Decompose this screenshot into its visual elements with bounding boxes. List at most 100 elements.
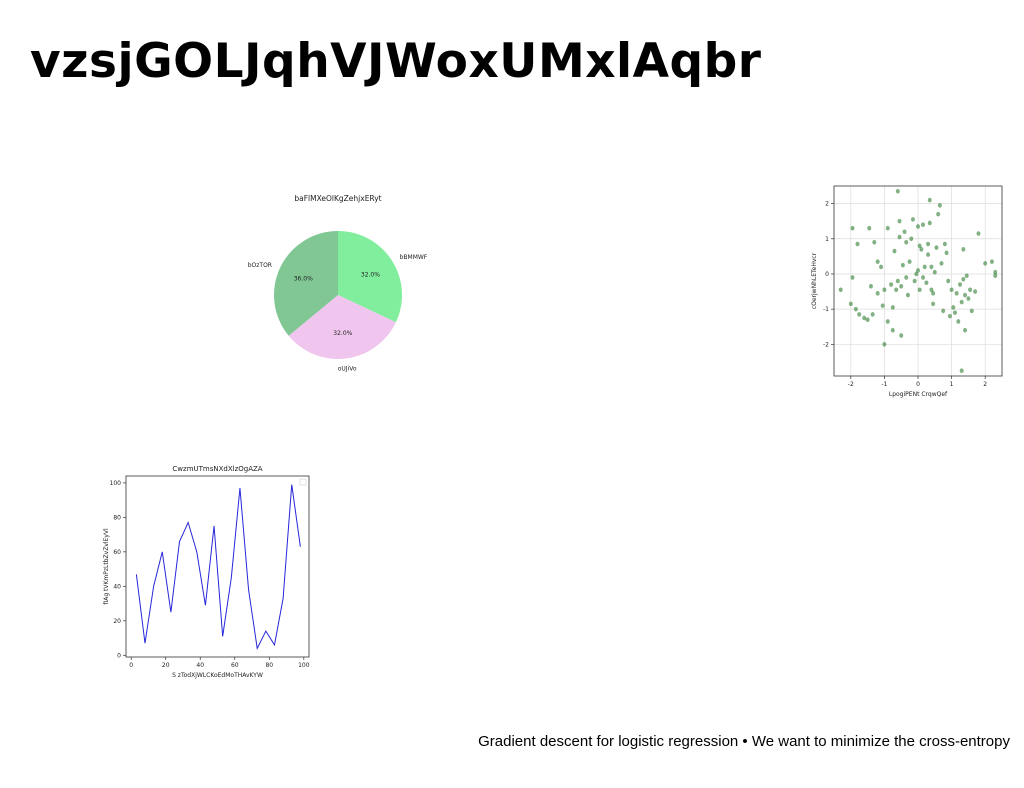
pie-pct-label: 36.0% [294, 276, 313, 283]
scatter-point [936, 211, 941, 217]
scatter-point [952, 310, 957, 315]
line-ytick-label: 0 [117, 652, 121, 659]
pie-pct-label: 32.0% [333, 330, 352, 337]
scatter-point [973, 289, 978, 294]
scatter-point [961, 276, 966, 282]
slide-title: vzsjGOLJqhVJWoxUMxlAqbr [30, 34, 762, 89]
scatter-point [882, 342, 887, 347]
scatter-point [989, 259, 994, 264]
line-chart: CwzmUTmsNXdXlzOgAZA 0 20 40 60 80 100 0 20 40 60 80… [103, 465, 310, 679]
scatter-point [934, 245, 939, 250]
scatter-point [853, 306, 858, 312]
line-ytick-label: 20 [113, 618, 121, 625]
scatter-point [850, 225, 855, 231]
line-ytick-label: 40 [113, 583, 121, 590]
scatter-xtick-label: -2 [848, 381, 854, 388]
scatter-point [921, 222, 926, 228]
scatter-point [964, 273, 969, 279]
line-xtick-label: 80 [265, 662, 273, 669]
scatter-point [875, 259, 880, 264]
scatter-point [963, 292, 968, 298]
scatter-point [922, 264, 927, 270]
scatter-point [924, 280, 929, 286]
scatter-point [917, 287, 922, 293]
line-title: CwzmUTmsNXdXlzOgAZA [172, 465, 262, 473]
pie-slice-label: bBMMWF [400, 254, 428, 261]
scatter-point [855, 241, 860, 247]
scatter-point [910, 217, 915, 222]
scatter-point [850, 275, 855, 280]
scatter-point [890, 305, 895, 310]
scatter-xlabel: LpogiPENt CrqwQef [889, 391, 948, 398]
scatter-point [916, 224, 920, 229]
scatter-point [944, 250, 949, 256]
line-xtick-label: 100 [298, 662, 310, 669]
scatter-point [937, 203, 942, 208]
scatter-point [885, 225, 890, 231]
scatter-point [868, 283, 873, 289]
scatter-point [926, 241, 931, 247]
scatter-ytick-label: 2 [825, 201, 829, 208]
scatter-point [838, 287, 843, 293]
scatter-point [947, 313, 952, 319]
scatter-point [968, 287, 973, 293]
scatter-ytick-label: -2 [823, 341, 829, 348]
scatter-point [867, 225, 872, 231]
line-ytick-label: 100 [110, 480, 122, 487]
scatter-point [916, 268, 920, 273]
scatter-point [929, 264, 934, 270]
scatter-point [879, 264, 884, 270]
scatter-point [904, 239, 909, 245]
scatter-ytick-label: 1 [825, 236, 829, 243]
scatter-point [890, 327, 895, 333]
pie-slice-label: oUJiVo [338, 365, 357, 372]
scatter-point [895, 188, 900, 194]
pie-slice-label: bOzTOR [248, 262, 272, 269]
scatter-point [870, 312, 875, 317]
scatter-point [872, 239, 877, 245]
pie-pct-label: 32.0% [361, 271, 380, 278]
slide-footer: Gradient descent for logistic regression… [478, 733, 1010, 750]
line-xtick-label: 0 [129, 662, 133, 669]
scatter-point [912, 278, 917, 284]
scatter-point [897, 234, 902, 240]
scatter-point [949, 287, 954, 293]
scatter-point [942, 241, 947, 247]
scatter-point [919, 247, 924, 252]
scatter-point [931, 291, 936, 296]
line-series [135, 484, 301, 651]
scatter-point [931, 301, 936, 307]
scatter-point [941, 308, 946, 314]
line-ytick-label: 60 [113, 549, 121, 556]
scatter-point [909, 236, 914, 242]
scatter-point [885, 319, 890, 324]
scatter-xtick-label: 1 [950, 381, 954, 388]
scatter-point [900, 262, 905, 268]
scatter-point [907, 259, 912, 264]
scatter-point [857, 312, 862, 317]
scatter-point [963, 327, 968, 333]
scatter-point [969, 308, 974, 314]
scatter-point [897, 218, 902, 224]
scatter-point [904, 275, 909, 280]
scatter-point [976, 231, 981, 236]
scatter-point [927, 197, 932, 203]
scatter-point [865, 317, 870, 323]
scatter-xtick-label: -1 [881, 381, 887, 388]
scatter-point [902, 229, 907, 235]
scatter-point [959, 299, 964, 305]
line-xtick-label: 20 [162, 662, 170, 669]
scatter-point [993, 273, 998, 279]
line-xtick-label: 40 [196, 662, 204, 669]
scatter-ylabel: cOerjwNhLETeHvcr [811, 252, 818, 309]
scatter-point [951, 305, 956, 310]
scatter-point [959, 368, 964, 374]
line-legend-box [299, 478, 307, 486]
scatter-point [875, 291, 880, 296]
scatter-point [880, 303, 885, 308]
scatter-xtick-label: 2 [983, 381, 987, 388]
scatter-point [921, 275, 926, 280]
scatter-point [983, 261, 988, 266]
scatter-point [882, 287, 887, 293]
scatter-point [961, 247, 966, 252]
